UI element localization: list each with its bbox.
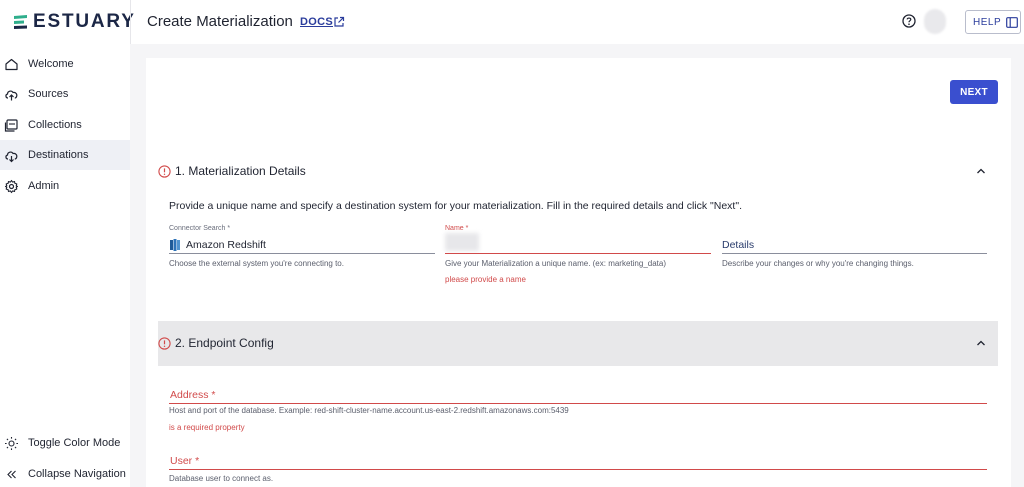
cloud-upload-icon: [5, 89, 18, 100]
sidebar-item-welcome[interactable]: Welcome: [0, 49, 130, 79]
collections-icon: [4, 118, 18, 132]
address-error: is a required property: [169, 423, 245, 432]
help-button[interactable]: HELP: [965, 10, 1021, 34]
help-button-label: HELP: [973, 16, 1002, 28]
user-avatar[interactable]: [924, 9, 946, 34]
docs-link[interactable]: DOCS: [300, 16, 333, 28]
connector-search-label: Connector Search *: [169, 225, 231, 232]
sidebar-item-label: Admin: [28, 180, 60, 192]
address-help: Host and port of the database. Example: …: [169, 406, 569, 415]
connector-search-input[interactable]: Amazon Redshift: [186, 239, 266, 251]
chevron-up-icon[interactable]: [976, 338, 986, 348]
help-circle-icon[interactable]: [902, 14, 916, 28]
name-label: Name *: [445, 225, 469, 232]
sidebar-item-destinations[interactable]: Destinations: [0, 140, 130, 170]
next-button[interactable]: NEXT: [950, 80, 998, 104]
sidebar-item-label: Destinations: [28, 149, 89, 161]
home-icon: [5, 58, 18, 70]
name-underline: [445, 253, 711, 254]
external-link-icon[interactable]: [333, 16, 345, 28]
connector-search-underline: [169, 253, 435, 254]
details-help: Describe your changes or why you're chan…: [722, 259, 914, 268]
header-divider: [130, 0, 131, 44]
name-error: please provide a name: [445, 275, 526, 284]
warning-circle-icon: [158, 336, 171, 350]
sidebar-item-sources[interactable]: Sources: [0, 79, 130, 109]
top-bar: ESTUARY Create Materialization DOCS HELP: [0, 0, 1024, 44]
name-input[interactable]: [445, 236, 711, 252]
name-help: Give your Materialization a unique name.…: [445, 259, 666, 268]
toggle-color-mode-button[interactable]: Toggle Color Mode: [0, 428, 130, 458]
sidebar-item-label: Collapse Navigation: [28, 468, 126, 480]
amazon-redshift-icon: [170, 239, 180, 251]
address-underline: [169, 403, 987, 404]
section-endpoint-config-header[interactable]: 2. Endpoint Config: [158, 334, 998, 352]
collapse-navigation-button[interactable]: Collapse Navigation: [0, 459, 130, 487]
user-input[interactable]: [169, 452, 987, 468]
section-title: 1. Materialization Details: [175, 164, 306, 178]
logo-text: ESTUARY: [33, 11, 136, 32]
cloud-download-icon: [5, 150, 18, 162]
sidebar-item-label: Toggle Color Mode: [28, 437, 121, 449]
details-underline: [722, 253, 987, 254]
sidebar-item-collections[interactable]: Collections: [0, 110, 130, 140]
section-description: Provide a unique name and specify a dest…: [169, 200, 742, 212]
sidebar-item-admin[interactable]: Admin: [0, 171, 130, 201]
sidebar-item-label: Sources: [28, 88, 69, 100]
sun-icon: [5, 436, 18, 450]
user-underline: [169, 469, 987, 470]
side-panel-icon: [1006, 16, 1019, 28]
logo-mark-icon: [14, 15, 27, 29]
page-title: Create Materialization: [147, 13, 293, 30]
section-materialization-details-header[interactable]: 1. Materialization Details: [158, 162, 998, 180]
sidebar-item-label: Welcome: [28, 58, 74, 70]
address-input[interactable]: [169, 386, 987, 402]
gear-icon: [4, 179, 19, 193]
double-chevron-left-icon: [7, 470, 16, 478]
main-card: NEXT 1. Materialization Details Provide …: [146, 58, 1011, 487]
connector-search-help: Choose the external system you're connec…: [169, 259, 344, 268]
estuary-logo[interactable]: ESTUARY: [12, 11, 136, 33]
sidebar-item-label: Collections: [28, 119, 82, 131]
warning-circle-icon: [158, 164, 171, 178]
chevron-up-icon[interactable]: [976, 166, 986, 176]
details-input[interactable]: Details: [722, 239, 754, 251]
user-help: Database user to connect as.: [169, 474, 274, 483]
section-title: 2. Endpoint Config: [175, 336, 274, 350]
sidebar: Welcome Sources Collections Destinations…: [0, 44, 130, 487]
